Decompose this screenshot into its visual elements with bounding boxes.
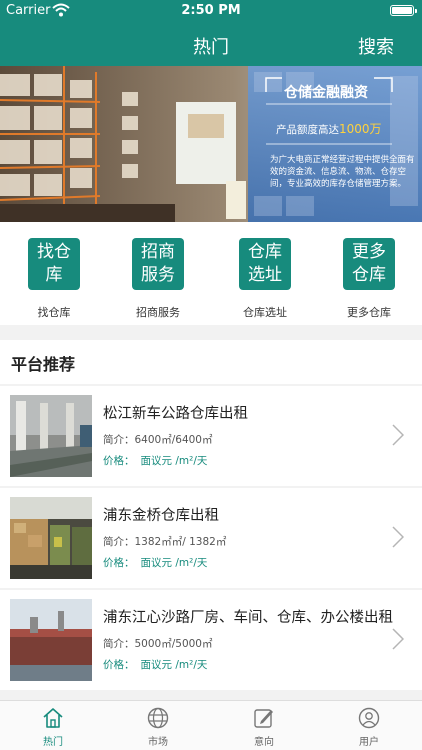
tile-text: 选址 xyxy=(248,265,282,285)
banner-amount: 1000万 xyxy=(339,122,382,136)
listing-intro: 简介：6400㎡/6400㎡ xyxy=(103,434,213,446)
tab-label: 热门 xyxy=(43,737,63,748)
tile-text: 服务 xyxy=(141,265,175,285)
chevron-right-icon xyxy=(392,424,404,446)
listing-thumbnail xyxy=(10,599,92,681)
chevron-right-icon xyxy=(392,526,404,548)
quick-link-caption: 找仓库 xyxy=(37,306,71,319)
globe-icon xyxy=(147,707,169,729)
listing-thumbnail xyxy=(10,395,92,477)
quick-link-caption: 更多仓库 xyxy=(347,306,391,319)
listing-price: 价格： 面议元 /m²/天 xyxy=(103,453,207,468)
quick-links: 找仓 库 找仓库 招商 服务 招商服务 仓库 选址 仓库选址 更多 仓库 更多仓… xyxy=(0,222,422,325)
home-icon xyxy=(43,708,63,728)
chevron-right-icon xyxy=(392,628,404,650)
banner-title: 仓储金融融资 xyxy=(284,85,368,101)
nav-bar: 热门 搜索 xyxy=(0,22,422,66)
tab-label: 意向 xyxy=(254,737,274,748)
quick-link-tile[interactable]: 更多 仓库 xyxy=(343,238,395,290)
tile-text: 招商 xyxy=(141,242,175,262)
quick-link-tile[interactable]: 找仓 库 xyxy=(28,238,80,290)
status-bar: Carrier 2:50 PM xyxy=(0,0,422,22)
price-value: 面议元 /m²/天 xyxy=(140,557,208,569)
listing-title: 浦东金桥仓库出租 xyxy=(103,508,219,524)
quick-link-more[interactable]: 更多 仓库 更多仓库 xyxy=(321,238,417,320)
listing-card[interactable]: 浦东金桥仓库出租 简介：1382㎡㎡/ 1382㎡ 价格： 面议元 /m²/天 xyxy=(0,488,422,588)
banner-subtitle: 产品额度高达1000万 xyxy=(276,120,382,137)
search-button[interactable]: 搜索 xyxy=(358,33,394,59)
listing-card[interactable]: 松江新车公路仓库出租 简介：6400㎡/6400㎡ 价格： 面议元 /m²/天 xyxy=(0,386,422,486)
tab-market[interactable]: 市场 xyxy=(118,707,198,748)
clock: 2:50 PM xyxy=(181,3,241,18)
listing-intro: 简介：5000㎡/5000㎡ xyxy=(103,638,213,650)
listing-price: 价格： 面议元 /m²/天 xyxy=(103,657,207,672)
listing-thumbnail xyxy=(10,497,92,579)
promo-banner[interactable]: 仓储金融融资 产品额度高达1000万 为广大电商正常经营过程中提供全面有效的资金… xyxy=(0,66,422,222)
tile-text: 库 xyxy=(45,265,63,285)
tab-intent[interactable]: 意向 xyxy=(224,707,304,748)
listing-price: 价格： 面议元 /m²/天 xyxy=(103,555,207,570)
tile-text: 找仓 xyxy=(37,242,71,262)
quick-link-investment[interactable]: 招商 服务 招商服务 xyxy=(110,238,206,320)
tab-bar: 热门 市场 意向 用户 xyxy=(0,700,422,750)
quick-link-caption: 仓库选址 xyxy=(243,306,287,319)
listing-card[interactable]: 浦东江心沙路厂房、车间、仓库、办公楼出租 简介：5000㎡/5000㎡ 价格： 面… xyxy=(0,590,422,690)
price-label: 价格： xyxy=(103,455,135,467)
quick-link-caption: 招商服务 xyxy=(136,306,180,319)
section-header: 平台推荐 xyxy=(0,340,422,384)
tile-text: 仓库 xyxy=(352,265,386,285)
quick-link-site-selection[interactable]: 仓库 选址 仓库选址 xyxy=(217,238,313,320)
price-value: 面议元 /m²/天 xyxy=(140,455,208,467)
quick-link-tile[interactable]: 仓库 选址 xyxy=(239,238,291,290)
price-label: 价格： xyxy=(103,557,135,569)
user-icon xyxy=(358,707,380,729)
tab-label: 用户 xyxy=(359,737,379,748)
tab-label: 市场 xyxy=(148,737,168,748)
banner-subtitle-prefix: 产品额度高达 xyxy=(276,124,339,136)
listing-title: 浦东江心沙路厂房、车间、仓库、办公楼出租 xyxy=(103,610,393,626)
section-title: 平台推荐 xyxy=(11,355,76,374)
quick-link-find-warehouse[interactable]: 找仓 库 找仓库 xyxy=(6,238,102,320)
tab-hot[interactable]: 热门 xyxy=(13,707,93,748)
price-value: 面议元 /m²/天 xyxy=(140,659,208,671)
banner-description: 为广大电商正常经营过程中提供全面有效的资金流、信息流、物流、仓存空间，专业高效的… xyxy=(270,155,415,189)
listing-title: 松江新车公路仓库出租 xyxy=(103,406,248,422)
tile-text: 更多 xyxy=(352,242,386,262)
quick-link-tile[interactable]: 招商 服务 xyxy=(132,238,184,290)
tab-user[interactable]: 用户 xyxy=(329,707,409,748)
tile-text: 仓库 xyxy=(248,242,282,262)
listing-intro: 简介：1382㎡㎡/ 1382㎡ xyxy=(103,536,227,548)
edit-icon xyxy=(254,709,273,728)
price-label: 价格： xyxy=(103,659,135,671)
battery-icon xyxy=(390,5,417,16)
